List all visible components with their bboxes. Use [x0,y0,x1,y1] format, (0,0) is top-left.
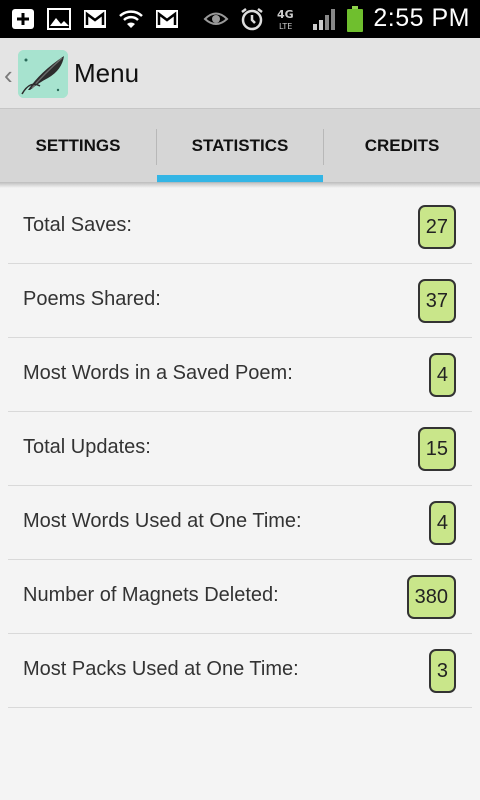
svg-text:LTE: LTE [279,22,292,31]
stat-value-badge: 4 [428,501,456,545]
clock: 2:55 PM [373,4,470,32]
battery-icon [347,5,364,32]
4g-lte-icon: 4G LTE [275,6,301,32]
gmail-icon [154,6,180,32]
page-title: Menu [74,58,140,88]
action-bar: ‹ Menu [0,38,480,108]
list-item: Most Words Used at One Time: 4 [8,486,472,560]
tab-settings[interactable]: SETTINGS [0,109,156,183]
stat-label: Most Words in a Saved Poem: [23,362,293,384]
list-item: Most Words in a Saved Poem: 4 [8,338,472,412]
stat-label: Number of Magnets Deleted: [23,584,279,606]
list-item: Most Packs Used at One Time: 3 [8,634,472,708]
stat-label: Total Saves: [23,214,132,236]
stat-label: Most Words Used at One Time: [23,510,302,532]
notification-icons [10,6,180,32]
stat-value-badge: 37 [417,279,456,323]
back-chevron-icon[interactable]: ‹ [4,60,13,91]
status-bar: 4G LTE 2:55 PM [0,0,480,38]
alarm-icon [239,6,265,32]
wifi-icon [118,6,144,32]
app-logo-quill-icon[interactable] [18,50,68,98]
gallery-icon [46,6,72,32]
list-item: Total Saves: 27 [8,190,472,264]
stat-value-badge: 27 [417,205,456,249]
list-item: Number of Magnets Deleted: 380 [8,560,472,634]
tab-bar-shadow [0,182,480,188]
system-icons: 4G LTE 2:55 PM [203,4,470,33]
stat-value-badge: 380 [406,575,456,619]
tab-statistics[interactable]: STATISTICS [157,109,323,183]
list-item: Total Updates: 15 [8,412,472,486]
svg-text:4G: 4G [277,8,294,21]
statistics-list: Total Saves: 27 Poems Shared: 37 Most Wo… [8,190,472,708]
stat-label: Most Packs Used at One Time: [23,658,299,680]
stat-label: Total Updates: [23,436,151,458]
add-icon [10,6,36,32]
eye-icon [203,6,229,32]
stat-value-badge: 3 [428,649,456,693]
tab-bar: SETTINGS STATISTICS CREDITS [0,108,480,183]
signal-icon [311,6,337,32]
tab-credits[interactable]: CREDITS [324,109,480,183]
stat-value-badge: 4 [428,353,456,397]
gmail-icon [82,6,108,32]
stat-value-badge: 15 [417,427,456,471]
stat-label: Poems Shared: [23,288,161,310]
list-item: Poems Shared: 37 [8,264,472,338]
